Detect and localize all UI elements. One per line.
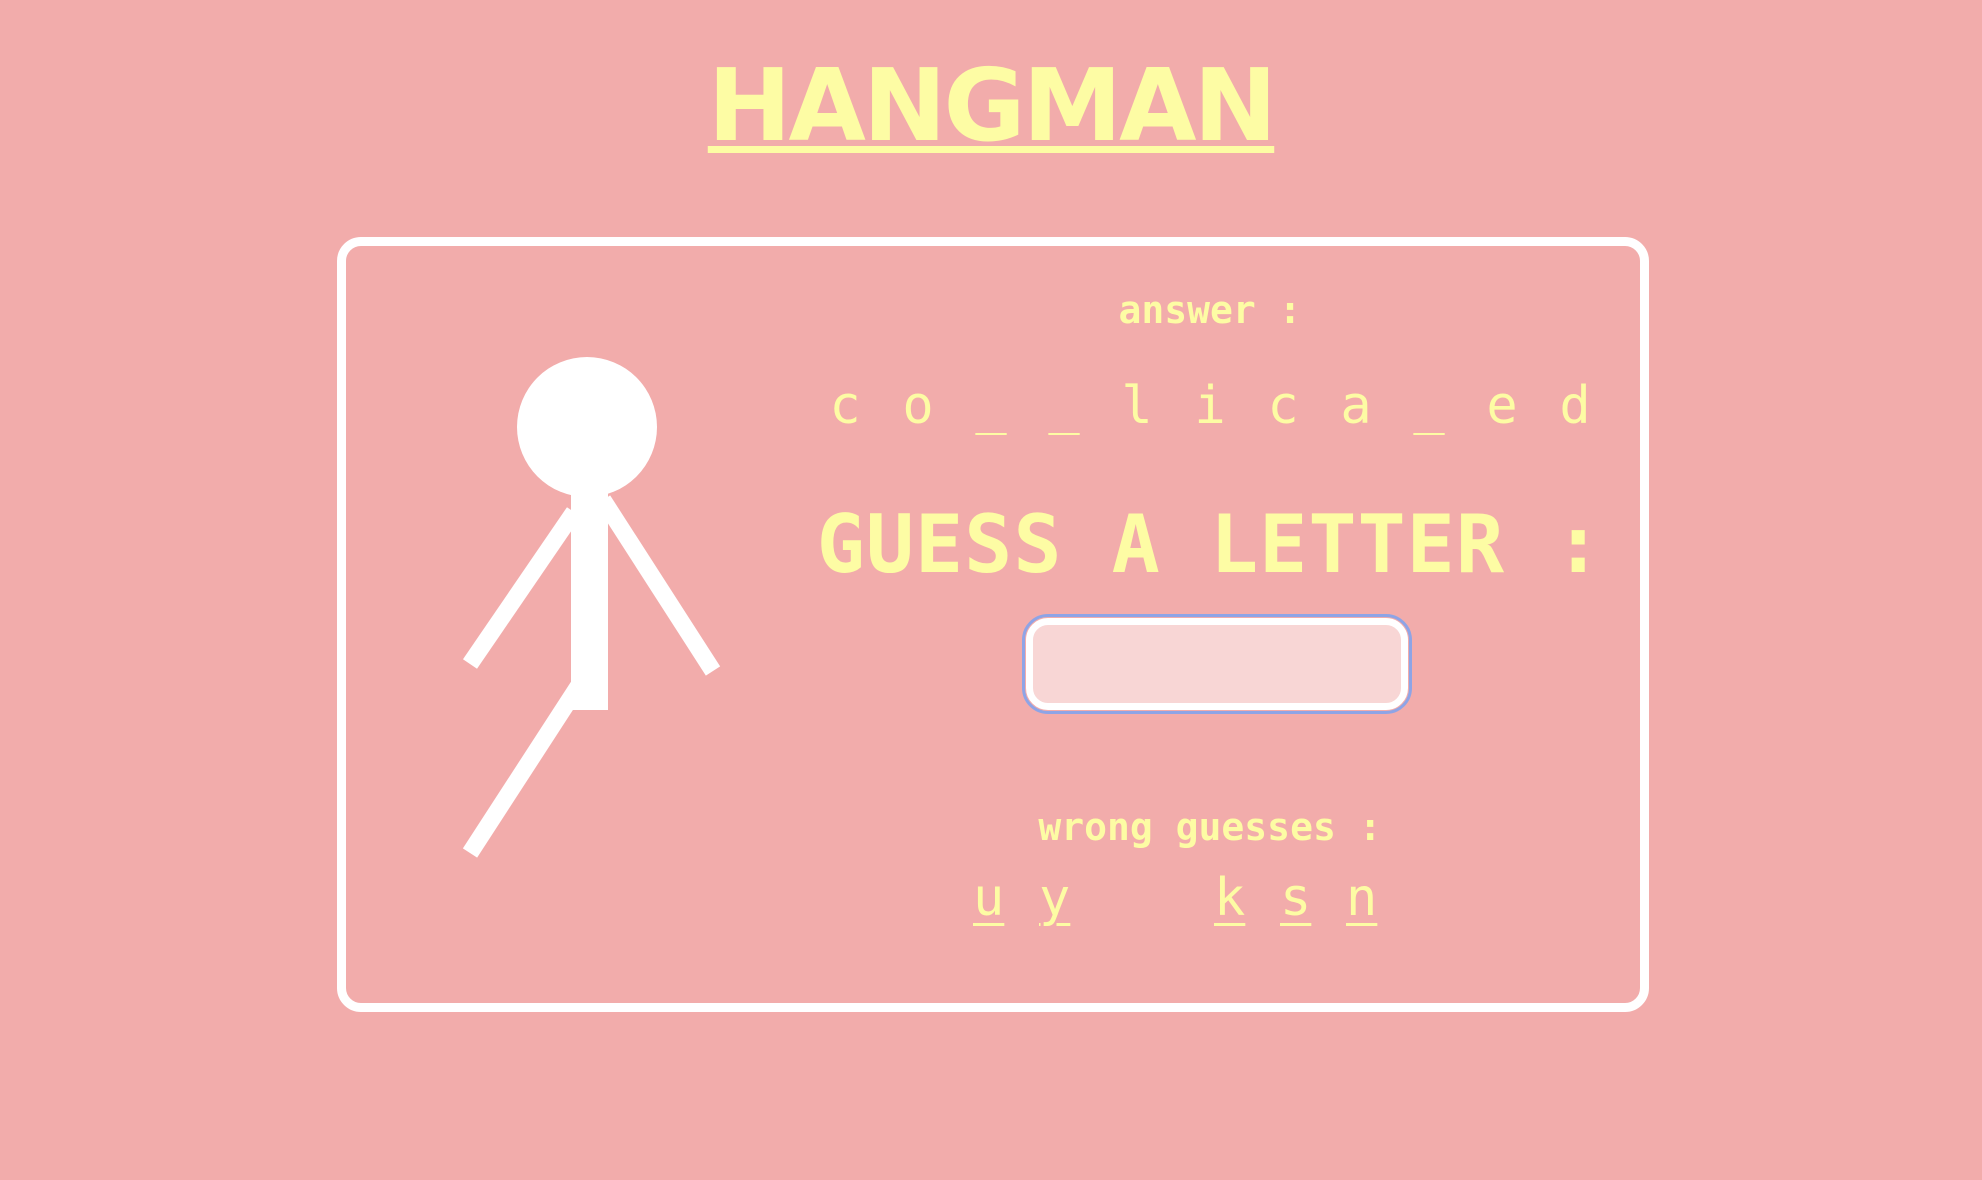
wrong-guesses-list: u y k s n [940, 868, 1440, 938]
answer-letter: o [902, 376, 934, 436]
hangman-right-arm [595, 495, 721, 676]
answer-letter: _ [1048, 376, 1080, 436]
answer-label: answer : [1118, 288, 1302, 332]
answer-letter: _ [975, 376, 1007, 436]
hangman-head [517, 357, 657, 497]
guess-input[interactable] [1022, 614, 1412, 714]
hangman-left-arm [462, 507, 582, 669]
hangman-left-leg [462, 680, 587, 858]
wrong-guesses-label: wrong guesses : [1038, 805, 1382, 849]
hangman-figure [462, 357, 721, 858]
guess-label: GUESS A LETTER : [816, 498, 1604, 591]
wrong-guess-letter: y [1039, 868, 1071, 928]
wrong-guess-letter: n [1346, 868, 1378, 928]
hangman-body [571, 492, 608, 710]
wrong-guess-letter: k [1214, 868, 1246, 928]
wrong-guess-letter: s [1280, 868, 1312, 928]
answer-letter: l [1121, 376, 1153, 436]
answer-letter: d [1559, 376, 1591, 436]
answer-letter: e [1486, 376, 1518, 436]
answer-letter: c [829, 376, 861, 436]
wrong-guess-letter: u [973, 868, 1005, 928]
page-title: HANGMAN [707, 47, 1277, 164]
answer-letter: c [1267, 376, 1299, 436]
answer-letter: i [1194, 376, 1226, 436]
title-wrapper: HANGMAN [0, 56, 1982, 156]
answer-letter: a [1340, 376, 1372, 436]
answer-word: c o _ _ l i c a _ e d [780, 376, 1640, 436]
answer-letter: _ [1413, 376, 1445, 436]
